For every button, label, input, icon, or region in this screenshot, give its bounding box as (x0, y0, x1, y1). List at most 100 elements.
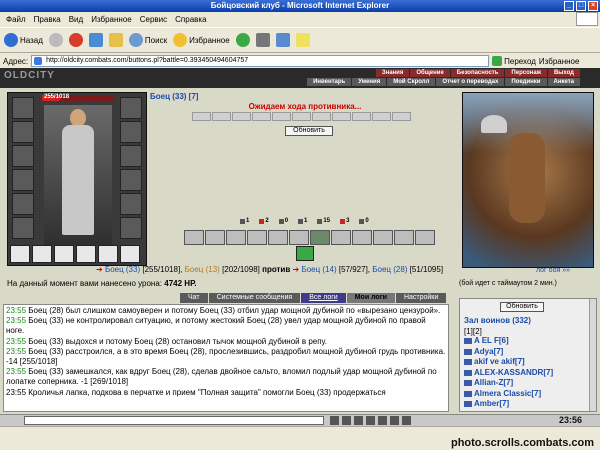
forward-icon[interactable] (48, 33, 63, 47)
participant-name[interactable]: Боец (13) (185, 265, 220, 274)
player-list-item[interactable]: Allian-Z[7] (464, 378, 592, 389)
menu-edit[interactable]: Правка (34, 15, 61, 24)
player-name-text[interactable]: Боец (33) [7] (150, 92, 198, 101)
action-button[interactable] (352, 230, 372, 245)
nav-fights[interactable]: Поединки (505, 78, 547, 86)
edit-icon[interactable] (275, 33, 290, 47)
print-icon[interactable] (255, 33, 270, 47)
favorites-button[interactable]: Избранное (173, 33, 230, 47)
equip-slot-armor[interactable] (12, 193, 34, 215)
menu-tools[interactable]: Сервис (140, 15, 167, 24)
player-list-name[interactable]: ALEX-KASSANDR[7] (474, 368, 553, 379)
sidebar-scrollbar[interactable] (589, 299, 596, 411)
translit-icon[interactable] (378, 416, 387, 425)
tab-all-logs[interactable]: Все логи (301, 293, 346, 303)
chat-input[interactable] (24, 416, 324, 425)
player-list-name[interactable]: Adya[7] (474, 347, 503, 358)
clear-icon[interactable] (366, 416, 375, 425)
smiley-icon[interactable] (330, 416, 339, 425)
player-list-item[interactable]: akif ve akif[7] (464, 357, 592, 368)
filter-icon[interactable] (354, 416, 363, 425)
pagination[interactable]: [1][2] (464, 327, 592, 336)
tab-chat[interactable]: Чат (180, 293, 208, 303)
participant-name[interactable]: Боец (28) (372, 265, 407, 274)
note-icon[interactable] (295, 33, 310, 47)
tab-settings[interactable]: Настройки (395, 293, 447, 303)
close-button[interactable]: × (588, 1, 598, 11)
special-action-button[interactable] (296, 246, 314, 261)
equip-slot-helmet[interactable] (12, 97, 34, 119)
address-input[interactable]: http://oldcity.combats.com/buttons.pl?ba… (31, 55, 490, 67)
menu-file[interactable]: Файл (6, 15, 26, 24)
player-list-item[interactable]: Amber[7] (464, 399, 592, 410)
equip-slot-boots[interactable] (120, 217, 142, 239)
action-button[interactable] (415, 230, 435, 245)
quick-slot[interactable] (120, 245, 140, 263)
quick-slot[interactable] (54, 245, 74, 263)
participant-name[interactable]: Боец (33) (105, 265, 140, 274)
player-list-item[interactable]: Almera Classic[7] (464, 389, 592, 400)
search-button[interactable]: Поиск (128, 33, 167, 47)
equip-slot-ring-1[interactable] (120, 97, 142, 119)
action-button[interactable] (268, 230, 288, 245)
menu-favorites[interactable]: Избранное (91, 15, 132, 24)
equip-slot-weapon[interactable] (12, 169, 34, 191)
nav-knowledge[interactable]: Знания (375, 69, 410, 77)
participant-name[interactable]: Боец (14) (301, 265, 336, 274)
quick-slot[interactable] (76, 245, 96, 263)
exit-icon[interactable] (402, 416, 411, 425)
nav-my-scroll[interactable]: Мой Скролл (387, 78, 436, 86)
quick-slot[interactable] (32, 245, 52, 263)
player-list-item[interactable]: A EL F[6] (464, 336, 592, 347)
home-icon[interactable] (108, 33, 123, 47)
equip-slot-belt[interactable] (12, 217, 34, 239)
action-button[interactable] (373, 230, 393, 245)
action-button[interactable] (289, 230, 309, 245)
action-button[interactable] (394, 230, 414, 245)
site-logo[interactable]: OLDCITY (4, 70, 55, 81)
nav-skills[interactable]: Умения (352, 78, 387, 86)
player-list-name[interactable]: Almera Classic[7] (474, 389, 541, 400)
action-button-selected[interactable] (310, 230, 330, 245)
go-button[interactable]: Переход (492, 56, 536, 66)
player-list-item[interactable]: Adya[7] (464, 347, 592, 358)
equip-slot-earrings[interactable] (12, 121, 34, 143)
nav-profile[interactable]: Анкета (547, 78, 580, 86)
links-label[interactable]: Избранное (539, 57, 580, 66)
maximize-button[interactable]: □ (576, 1, 586, 11)
action-button[interactable] (247, 230, 267, 245)
quick-slot[interactable] (98, 245, 118, 263)
nav-exit[interactable]: Выход (547, 69, 580, 77)
tab-my-logs[interactable]: Мои логи (346, 293, 395, 303)
tab-system-messages[interactable]: Системные сообщения (208, 293, 301, 303)
equip-slot-gloves[interactable] (120, 145, 142, 167)
refresh-battle-button[interactable]: Обновить (285, 126, 333, 136)
action-button[interactable] (184, 230, 204, 245)
back-button[interactable]: Назад (4, 33, 43, 47)
menu-view[interactable]: Вид (69, 15, 83, 24)
equip-slot-amulet[interactable] (12, 145, 34, 167)
sound-icon[interactable] (390, 416, 399, 425)
nav-inventory[interactable]: Инвентарь (307, 78, 352, 86)
equip-slot-leggings[interactable] (120, 193, 142, 215)
player-list-name[interactable]: Allian-Z[7] (474, 378, 513, 389)
nav-security[interactable]: Безопасность (450, 69, 505, 77)
media-icon[interactable] (235, 33, 250, 47)
player-list-item[interactable]: ALEX-KASSANDR[7] (464, 368, 592, 379)
battle-log-link[interactable]: лог боя »» (536, 267, 570, 274)
action-button[interactable] (331, 230, 351, 245)
equip-slot-shield[interactable] (120, 169, 142, 191)
nav-character[interactable]: Персонаж (505, 69, 547, 77)
quick-slot[interactable] (10, 245, 30, 263)
refresh-players-button[interactable]: Обновить (500, 302, 544, 312)
player-list-name[interactable]: A EL F[6] (474, 336, 509, 347)
player-list-name[interactable]: Amber[7] (474, 399, 509, 410)
menu-help[interactable]: Справка (175, 15, 206, 24)
refresh-icon[interactable] (88, 33, 103, 47)
player-list-name[interactable]: akif ve akif[7] (474, 357, 525, 368)
nav-transfer-report[interactable]: Отчет о переводах (436, 78, 505, 86)
nav-communication[interactable]: Общение (410, 69, 450, 77)
equip-slot-ring-2[interactable] (120, 121, 142, 143)
send-icon[interactable] (342, 416, 351, 425)
stop-icon[interactable] (68, 33, 83, 47)
